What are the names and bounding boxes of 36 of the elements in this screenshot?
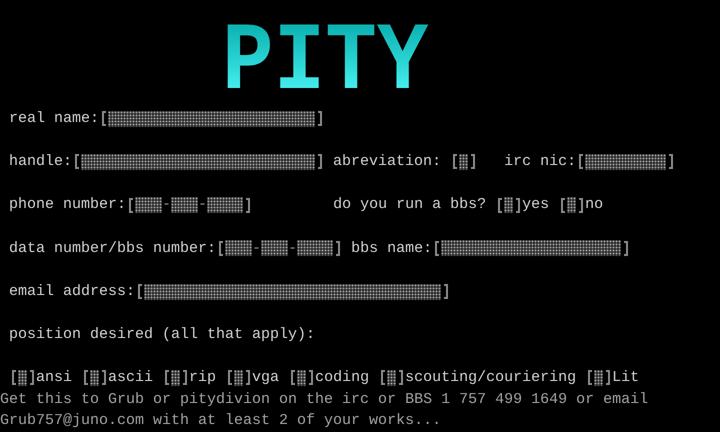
checkbox-label: coding bbox=[315, 368, 370, 388]
checkbox[interactable] bbox=[585, 367, 612, 389]
field-label: data number/bbs number: bbox=[9, 238, 216, 259]
input-field[interactable] bbox=[99, 108, 324, 130]
phone-input-field[interactable]: - - bbox=[216, 238, 342, 260]
input-field[interactable] bbox=[72, 151, 324, 173]
checkbox[interactable] bbox=[495, 194, 522, 216]
field-label: real name: bbox=[9, 109, 100, 129]
field-label: irc nic: bbox=[504, 152, 576, 172]
checkbox[interactable] bbox=[225, 367, 252, 389]
checkbox-label: vga bbox=[252, 368, 280, 388]
field-label: handle: bbox=[9, 152, 72, 172]
checkbox[interactable] bbox=[378, 367, 406, 389]
footer-text: Grub757@juno.com with at least 2 of your works... bbox=[0, 411, 442, 432]
section-heading: position desired (all that apply): bbox=[9, 324, 316, 345]
checkbox-label: Lit bbox=[612, 368, 640, 388]
checkbox[interactable] bbox=[288, 367, 316, 389]
checkbox-label: ansi bbox=[36, 368, 72, 388]
option-label: no bbox=[585, 195, 604, 216]
checkbox-label: ascii bbox=[108, 368, 154, 388]
field-label: email address: bbox=[9, 282, 136, 302]
checkbox-label: scouting/couriering bbox=[405, 368, 576, 388]
checkbox-label: rip bbox=[189, 368, 216, 388]
checkbox[interactable] bbox=[81, 367, 108, 389]
field-label: bbs name: bbox=[351, 238, 432, 259]
checkbox[interactable] bbox=[558, 194, 586, 216]
field-label: phone number: bbox=[9, 195, 126, 216]
field-label: abreviation: bbox=[333, 152, 442, 172]
input-field[interactable] bbox=[450, 151, 478, 173]
input-field[interactable] bbox=[576, 151, 676, 173]
checkbox[interactable] bbox=[9, 367, 36, 389]
footer-text: Get this to Grub or pitydivion on the irc or BBS 1 757 499 1649 or email bbox=[0, 390, 648, 410]
option-label: yes bbox=[522, 195, 550, 216]
question-label: do you run a bbs? bbox=[333, 195, 486, 216]
phone-input-field[interactable]: - - bbox=[126, 194, 252, 216]
checkbox[interactable] bbox=[162, 367, 190, 389]
